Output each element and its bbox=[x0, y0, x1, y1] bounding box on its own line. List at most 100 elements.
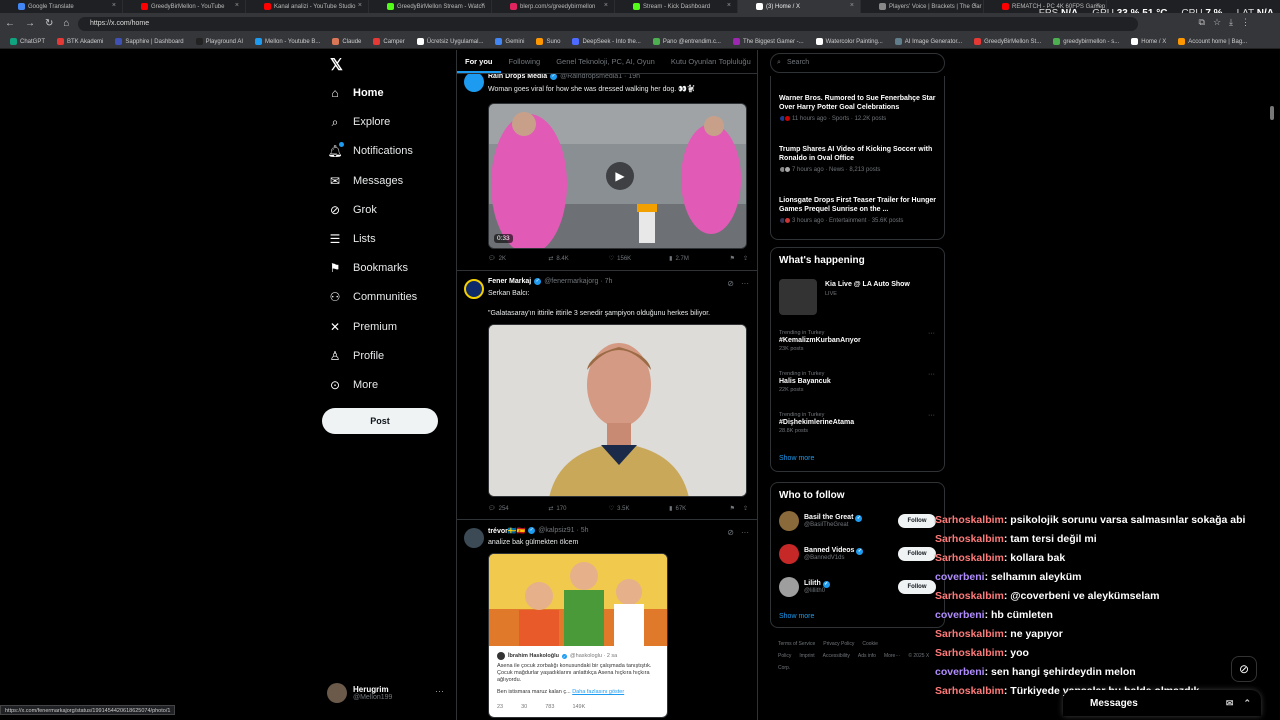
post-fener-markaj[interactable]: Fener Markaj ✓ @fenermarkajorg · 7h ⊘ ···… bbox=[457, 271, 757, 520]
show-more-link[interactable]: Show more bbox=[779, 455, 814, 462]
x-logo-icon[interactable]: 𝕏 bbox=[330, 55, 343, 75]
live-event[interactable]: Kia Live @ LA Auto Show LIVE bbox=[779, 279, 939, 315]
show-more-link[interactable]: Show more bbox=[779, 613, 814, 620]
bookmark-item[interactable]: The Biggest Gamer -... bbox=[727, 38, 810, 45]
close-icon[interactable]: × bbox=[112, 2, 116, 9]
footer-link[interactable]: Ads info bbox=[858, 653, 876, 659]
close-icon[interactable]: × bbox=[358, 2, 362, 9]
nav-item-premium[interactable]: ✕ Premium bbox=[328, 320, 397, 334]
bookmark-icon[interactable]: ⚑ bbox=[730, 505, 735, 512]
show-more-link[interactable]: Daha fazlasını göster bbox=[572, 689, 624, 695]
grok-icon[interactable]: ⊘ bbox=[727, 528, 734, 537]
more-icon[interactable]: ··· bbox=[928, 330, 935, 337]
nav-item-communities[interactable]: ⚇ Communities bbox=[328, 290, 418, 304]
follow-button[interactable]: Follow bbox=[898, 547, 936, 561]
post-video[interactable]: ▶ 0:33 bbox=[488, 103, 747, 249]
expand-icon[interactable]: ⌃ bbox=[1243, 698, 1251, 709]
more-icon[interactable]: ··· bbox=[741, 528, 749, 537]
like-button[interactable]: ♡ 156K bbox=[609, 255, 669, 263]
browser-tab[interactable]: (3) Home / X × bbox=[738, 0, 861, 13]
news-item[interactable]: Warner Bros. Rumored to Sue Fenerbahçe S… bbox=[779, 94, 939, 122]
post-button[interactable]: Post bbox=[322, 408, 438, 434]
browser-tab[interactable]: Players' Voice | Brackets | The Gar × bbox=[861, 0, 984, 13]
browser-tab[interactable]: GreedyBirMellon Stream - Watch × bbox=[369, 0, 492, 13]
feed-tab[interactable]: Genel Teknoloji, PC, AI, Oyun bbox=[548, 50, 663, 73]
nav-item-lists[interactable]: ☰ Lists bbox=[328, 232, 376, 246]
bookmark-item[interactable]: ChatGPT bbox=[4, 38, 51, 45]
follow-button[interactable]: Follow bbox=[898, 580, 936, 594]
feed-tab[interactable]: For you bbox=[457, 50, 501, 73]
bookmark-icon[interactable]: ⚑ bbox=[730, 255, 735, 262]
home-button-icon[interactable]: ⌂ bbox=[63, 18, 69, 29]
post-author[interactable]: Rain Drops Media bbox=[488, 73, 547, 80]
search-input[interactable]: ⌕ Search bbox=[770, 53, 945, 73]
share-icon[interactable]: ⇪ bbox=[743, 255, 748, 262]
bookmark-item[interactable]: DeepSeek - Into the... bbox=[566, 38, 646, 45]
compose-icon[interactable]: ✉ bbox=[1226, 698, 1234, 709]
nav-item-messages[interactable]: ✉ Messages bbox=[328, 174, 403, 188]
reply-button[interactable]: 💬︎ 254 bbox=[488, 505, 548, 513]
more-icon[interactable]: ··· bbox=[928, 412, 935, 419]
bookmark-item[interactable]: Account home | Bag... bbox=[1172, 38, 1253, 45]
bookmark-item[interactable]: Watercolor Painting... bbox=[810, 38, 889, 45]
more-dots-icon[interactable]: ··· bbox=[435, 686, 444, 696]
trend-item[interactable]: Trending in Turkey #KemalizmKurbanArıyor 2… bbox=[779, 330, 939, 352]
footer-link[interactable]: Privacy Policy bbox=[823, 641, 854, 647]
grok-icon[interactable]: ⊘ bbox=[1231, 656, 1257, 682]
close-icon[interactable]: × bbox=[973, 2, 977, 9]
browser-tab[interactable]: GreedyBirMellon - YouTube × bbox=[123, 0, 246, 13]
nav-item-explore[interactable]: ⌕ Explore bbox=[328, 115, 391, 129]
bookmark-item[interactable]: Ücretsiz Uygulamal... bbox=[411, 38, 490, 45]
nav-item-profile[interactable]: ♙ Profile bbox=[328, 349, 385, 363]
feed-tab[interactable]: Kutu Oyunları Topluluğu bbox=[663, 50, 757, 73]
post-photo[interactable]: İbrahim Haskoloğlu ✓ @haskologlu · 2 sa … bbox=[488, 553, 668, 718]
reply-button[interactable]: 💬︎ 2K bbox=[488, 255, 548, 263]
feed-tab[interactable]: Following bbox=[501, 50, 549, 73]
grok-icon[interactable]: ⊘ bbox=[727, 279, 734, 288]
footer-link[interactable]: More··· bbox=[884, 653, 900, 659]
footer-link[interactable]: Imprint bbox=[799, 653, 814, 659]
close-icon[interactable]: × bbox=[235, 2, 239, 9]
bookmark-item[interactable]: Gemini bbox=[489, 38, 530, 45]
bookmark-item[interactable]: Playground AI bbox=[190, 38, 249, 45]
bookmark-item[interactable]: Mellon - Youtube B... bbox=[249, 38, 326, 45]
bookmark-item[interactable]: BTK Akademi bbox=[51, 38, 109, 45]
menu-icon[interactable]: ⋮ bbox=[1241, 17, 1250, 28]
news-item[interactable]: Lionsgate Drops First Teaser Trailer for… bbox=[779, 196, 939, 224]
download-icon[interactable]: ⤓ bbox=[1229, 17, 1233, 28]
bookmark-item[interactable]: Claude bbox=[326, 38, 367, 45]
url-input[interactable]: https://x.com/home bbox=[78, 17, 1138, 31]
back-icon[interactable]: ← bbox=[5, 18, 15, 29]
bookmark-item[interactable]: Suno bbox=[530, 38, 566, 45]
close-icon[interactable]: × bbox=[604, 2, 608, 9]
bookmark-item[interactable]: greedybirmellon - s... bbox=[1047, 38, 1125, 45]
more-icon[interactable]: ··· bbox=[928, 371, 935, 378]
bookmark-item[interactable]: Pano @entrendim.c... bbox=[647, 38, 727, 45]
share-icon[interactable]: ⇪ bbox=[743, 505, 748, 512]
close-icon[interactable]: × bbox=[850, 2, 854, 9]
nav-item-notifications[interactable]: 🔔︎ Notifications bbox=[327, 142, 413, 158]
post-rain-drops[interactable]: Rain Drops Media ✓ @Raindropsmedia1 · 19… bbox=[457, 68, 757, 271]
views-button[interactable]: ▮ 67K bbox=[669, 505, 729, 513]
news-item[interactable]: Trump Shares AI Video of Kicking Soccer … bbox=[779, 145, 939, 173]
bookmark-item[interactable]: Camper bbox=[367, 38, 410, 45]
browser-tab[interactable]: blerp.com/s/greedybirmellon × bbox=[492, 0, 615, 13]
nav-item-grok[interactable]: ⊘ Grok bbox=[328, 203, 377, 217]
browser-tab[interactable]: Kanal analizi - YouTube Studio × bbox=[246, 0, 369, 13]
post-author[interactable]: Fener Markaj bbox=[488, 278, 531, 285]
post-author[interactable]: trévor🇸🇪🇪🇸 bbox=[488, 527, 525, 535]
account-switcher[interactable]: Herugrim @Mellon199 bbox=[327, 683, 392, 703]
scrollbar[interactable] bbox=[1270, 106, 1274, 120]
bookmark-item[interactable]: Sapphire | Dashboard bbox=[109, 38, 189, 45]
trend-item[interactable]: Trending in Turkey #DişhekimlerineAtama 28… bbox=[779, 412, 939, 434]
repost-button[interactable]: ⇄ 170 bbox=[548, 505, 608, 513]
bookmark-item[interactable]: Home / X bbox=[1125, 38, 1172, 45]
reload-icon[interactable]: ↻ bbox=[45, 18, 53, 29]
post-photo[interactable] bbox=[488, 324, 747, 497]
browser-tab[interactable]: Stream - Kick Dashboard × bbox=[615, 0, 738, 13]
post-trevor[interactable]: trévor🇸🇪🇪🇸 ✓ @kalpsiz91 · 5h ⊘ ··· analiz… bbox=[457, 520, 757, 720]
close-icon[interactable]: × bbox=[727, 2, 731, 9]
bookmark-item[interactable]: AI Image Generator... bbox=[889, 38, 968, 45]
forward-icon[interactable]: → bbox=[25, 18, 35, 29]
extension-icon[interactable]: ⧉ bbox=[1199, 17, 1205, 28]
